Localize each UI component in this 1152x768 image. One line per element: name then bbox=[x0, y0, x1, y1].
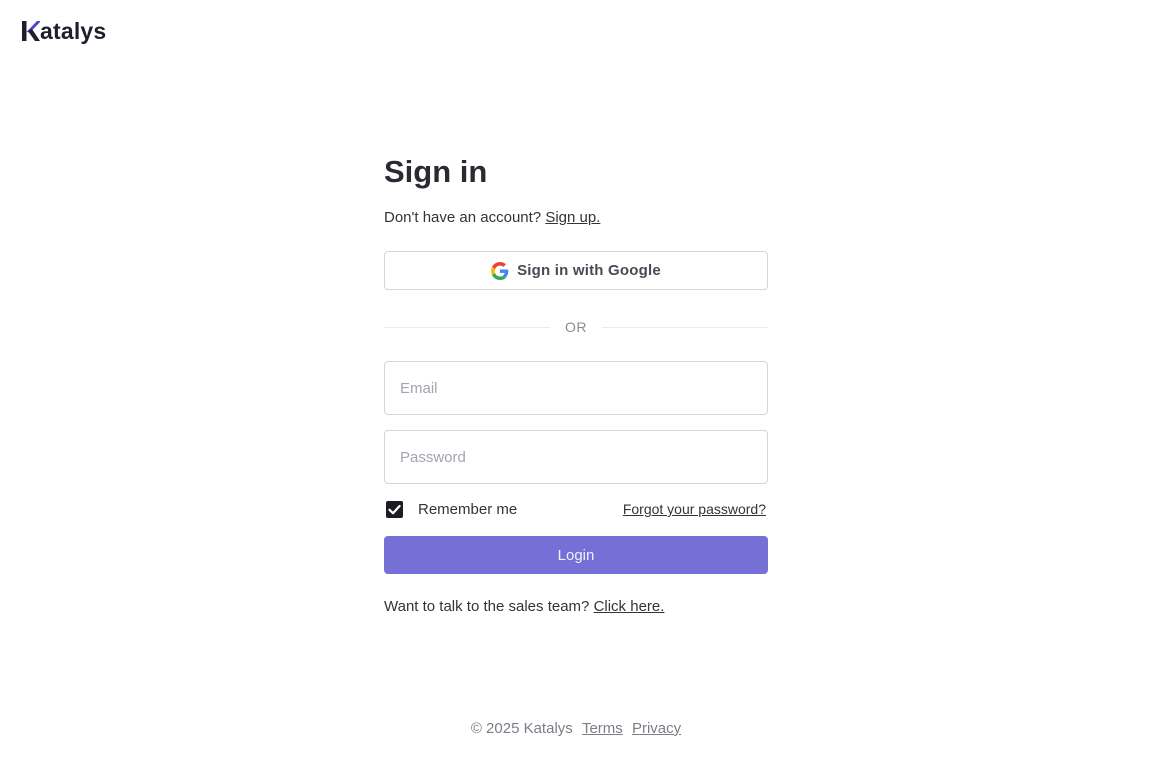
sales-link[interactable]: Click here. bbox=[594, 598, 665, 615]
sales-text: Want to talk to the sales team? bbox=[384, 598, 590, 615]
or-divider: OR bbox=[384, 317, 768, 337]
google-signin-button[interactable]: Sign in with Google bbox=[384, 251, 768, 290]
sales-prompt: Want to talk to the sales team? Click he… bbox=[384, 597, 664, 617]
logo-wordmark: atalys bbox=[40, 18, 107, 44]
forgot-password-link[interactable]: Forgot your password? bbox=[623, 499, 766, 519]
or-text: OR bbox=[565, 319, 587, 335]
signup-prompt: Don't have an account? Sign up. bbox=[384, 208, 600, 228]
privacy-link[interactable]: Privacy bbox=[632, 720, 681, 737]
divider-line-left bbox=[384, 326, 550, 328]
copyright-text: © 2025 Katalys bbox=[470, 720, 573, 737]
terms-link[interactable]: Terms bbox=[582, 720, 623, 737]
signup-link[interactable]: Sign up. bbox=[545, 209, 600, 226]
katalys-logo[interactable]: atalys bbox=[22, 18, 106, 44]
login-button[interactable]: Login bbox=[384, 536, 768, 574]
checkmark-icon bbox=[388, 504, 401, 515]
email-input[interactable] bbox=[384, 361, 768, 415]
password-input[interactable] bbox=[384, 430, 768, 484]
no-account-text: Don't have an account? bbox=[384, 209, 542, 226]
katalys-k-logo-icon bbox=[22, 21, 40, 41]
remember-me-label[interactable]: Remember me bbox=[418, 500, 517, 520]
page-title: Sign in bbox=[384, 154, 488, 189]
remember-row: Remember me Forgot your password? bbox=[384, 498, 768, 522]
google-icon bbox=[491, 261, 509, 280]
google-button-label: Sign in with Google bbox=[517, 262, 661, 279]
divider-line-right bbox=[602, 326, 768, 328]
footer: © 2025 Katalys Terms Privacy bbox=[0, 719, 1152, 739]
remember-me-checkbox[interactable] bbox=[386, 501, 403, 518]
